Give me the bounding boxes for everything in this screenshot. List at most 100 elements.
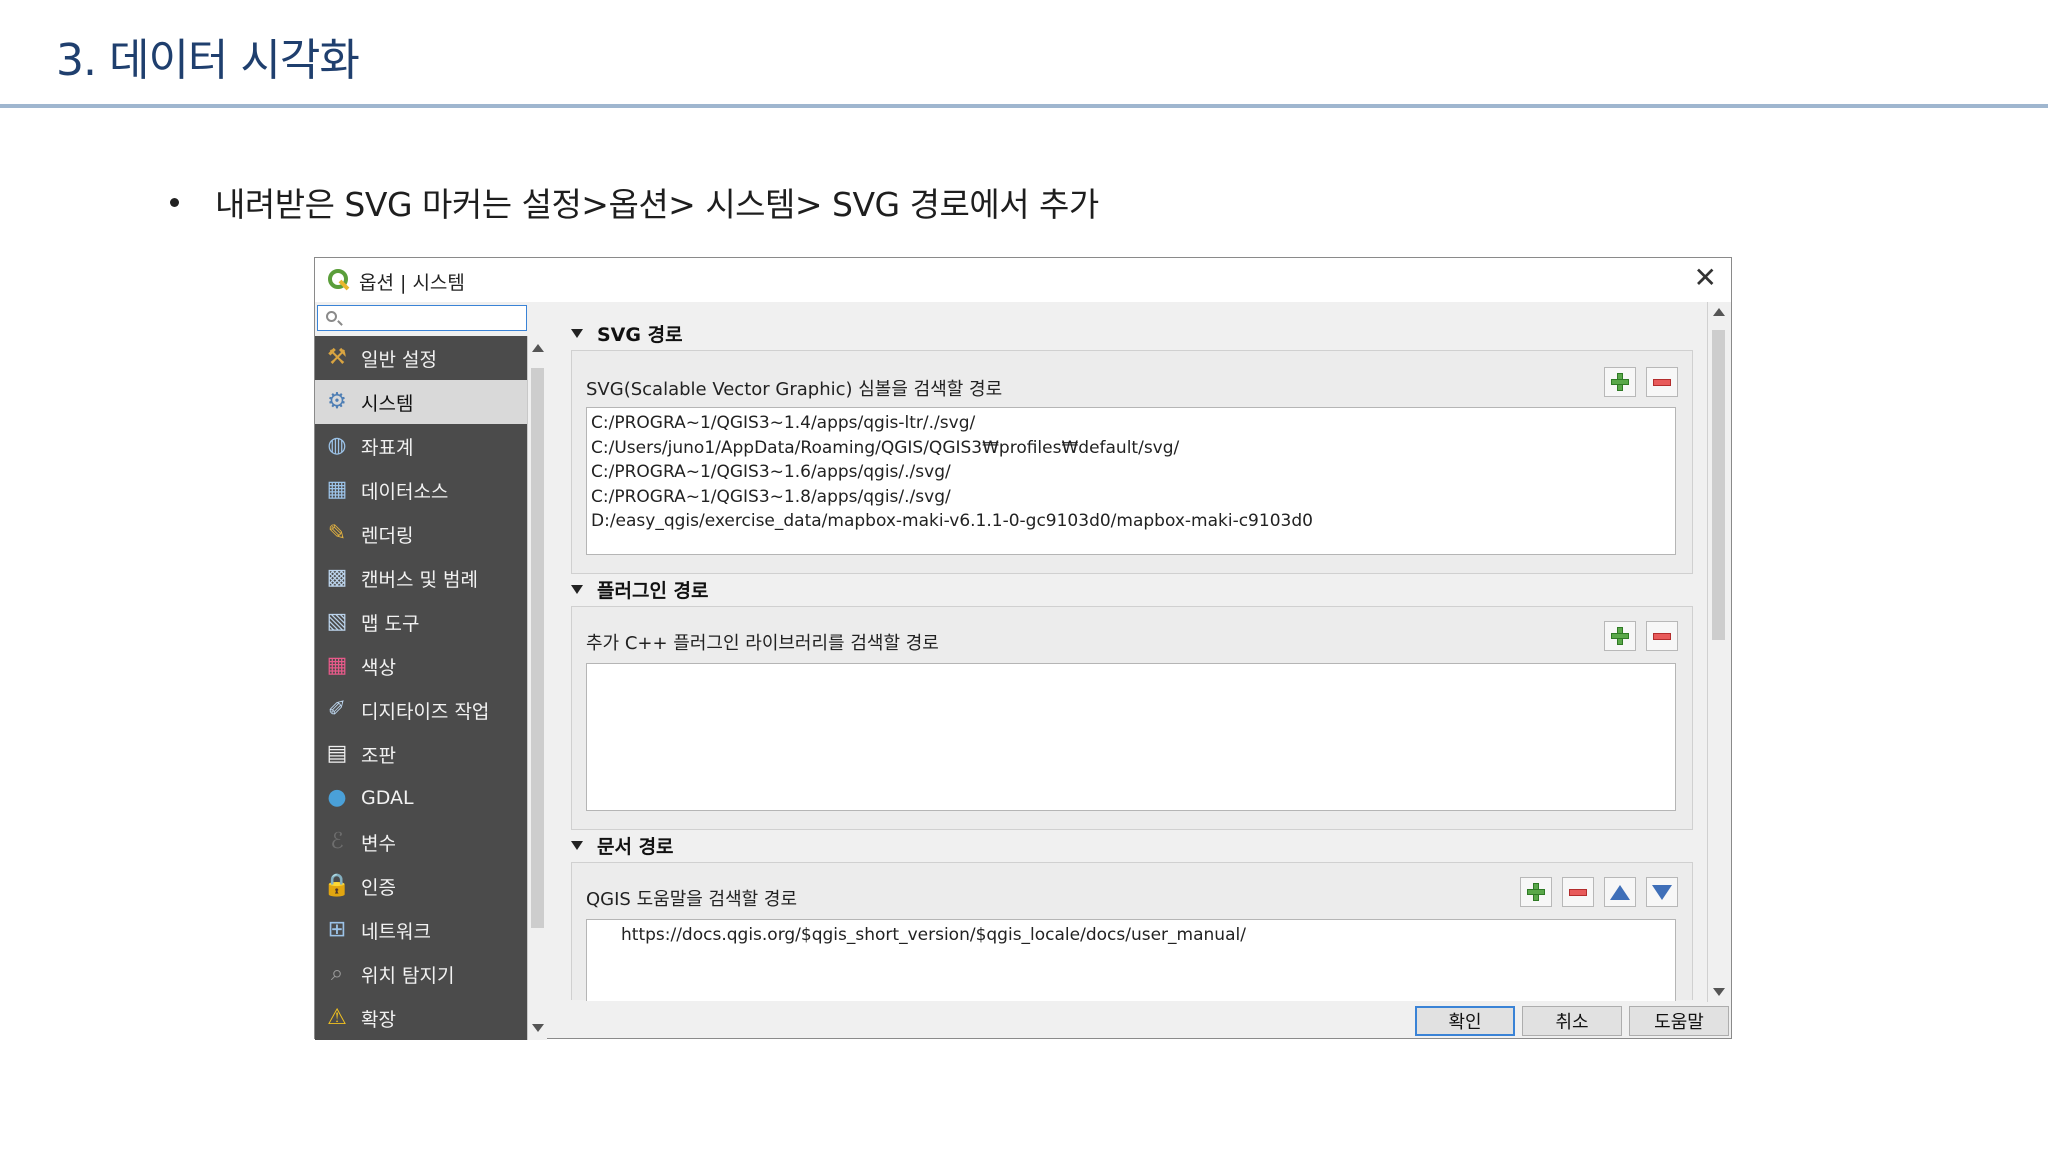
sidebar-item-label: 캔버스 및 범례 bbox=[361, 568, 478, 591]
collapse-triangle-icon[interactable] bbox=[571, 585, 583, 594]
sidebar-item-label: 렌더링 bbox=[361, 524, 414, 547]
scroll-down-icon[interactable] bbox=[532, 1024, 544, 1032]
list-item[interactable]: D:/easy_qgis/exercise_data/mapbox-maki-v… bbox=[591, 509, 1671, 534]
sidebar-item-label: 좌표계 bbox=[361, 436, 414, 459]
slide-title: 3. 데이터 시각화 bbox=[56, 35, 360, 86]
warning-icon: ⚠ bbox=[327, 1005, 347, 1030]
sidebar-item-label: 조판 bbox=[361, 744, 396, 767]
scroll-up-icon[interactable] bbox=[1713, 308, 1725, 316]
sidebar-item-label: 네트워크 bbox=[361, 920, 431, 943]
plugin-section-header[interactable]: 플러그인 경로 bbox=[571, 576, 709, 603]
plugin-paths-list[interactable] bbox=[586, 663, 1676, 811]
sidebar-item-crs[interactable]: ◍ 좌표계 bbox=[315, 424, 527, 468]
sidebar-item-label: 위치 탐지기 bbox=[361, 964, 455, 987]
paintbrush-icon: ✎ bbox=[327, 521, 347, 546]
sidebar-item-label: 인증 bbox=[361, 876, 396, 899]
sidebar-item-label: 색상 bbox=[361, 656, 396, 679]
scroll-down-icon[interactable] bbox=[1713, 988, 1725, 996]
layout-icon: ▤ bbox=[326, 741, 348, 766]
add-docs-path-button[interactable] bbox=[1520, 877, 1552, 907]
sidebar-item-locator[interactable]: ⌕ 위치 탐지기 bbox=[315, 952, 527, 996]
sidebar-item-maptools[interactable]: ▧ 맵 도구 bbox=[315, 600, 527, 644]
svg-paths-list[interactable]: C:/PROGRA~1/QGIS3~1.4/apps/qgis-ltr/./sv… bbox=[586, 407, 1676, 555]
sidebar-scrollbar[interactable] bbox=[527, 336, 547, 1040]
sidebar-item-layouts[interactable]: ▤ 조판 bbox=[315, 732, 527, 776]
close-icon[interactable]: ✕ bbox=[1694, 264, 1717, 292]
section-title: 문서 경로 bbox=[597, 836, 674, 858]
wrench-hammer-icon: ⚒ bbox=[327, 345, 347, 370]
minus-icon bbox=[1653, 378, 1671, 386]
scroll-up-icon[interactable] bbox=[532, 344, 544, 352]
list-item[interactable]: C:/Users/juno1/AppData/Roaming/QGIS/QGIS… bbox=[591, 436, 1671, 461]
gears-icon: ⚙ bbox=[327, 389, 347, 414]
list-item[interactable]: C:/PROGRA~1/QGIS3~1.8/apps/qgis/./svg/ bbox=[591, 485, 1671, 510]
sidebar-item-label: 변수 bbox=[361, 832, 396, 855]
section-title: 플러그인 경로 bbox=[597, 580, 709, 602]
options-dialog: 옵션 | 시스템 ✕ ⚒ 일반 설정 ⚙ 시스템 ◍ 좌표계 ▦ 데이터소스 ✎… bbox=[314, 257, 1732, 1040]
search-icon: ⌕ bbox=[330, 961, 344, 986]
plus-icon bbox=[1611, 373, 1629, 391]
remove-plugin-path-button[interactable] bbox=[1646, 621, 1678, 651]
svg-paths-label: SVG(Scalable Vector Graphic) 심볼을 검색할 경로 bbox=[586, 379, 1003, 400]
remove-docs-path-button[interactable] bbox=[1562, 877, 1594, 907]
svg-paths-group: SVG(Scalable Vector Graphic) 심볼을 검색할 경로 … bbox=[571, 350, 1693, 574]
sidebar-item-system[interactable]: ⚙ 시스템 bbox=[315, 380, 527, 424]
sidebar-item-label: 일반 설정 bbox=[361, 348, 437, 371]
section-title: SVG 경로 bbox=[597, 324, 683, 346]
sidebar-item-label: 데이터소스 bbox=[361, 480, 449, 503]
bullet-dot-icon bbox=[170, 197, 179, 207]
sidebar-item-variables[interactable]: ℰ 변수 bbox=[315, 820, 527, 864]
plus-icon bbox=[1527, 883, 1545, 901]
title-divider bbox=[0, 104, 2048, 108]
cancel-button[interactable]: 취소 bbox=[1522, 1006, 1622, 1036]
map-canvas-icon: ▩ bbox=[326, 565, 348, 590]
docs-paths-list[interactable]: https://docs.qgis.org/$qgis_short_versio… bbox=[586, 919, 1676, 1001]
list-item[interactable]: https://docs.qgis.org/$qgis_short_versio… bbox=[621, 923, 1671, 948]
list-item[interactable]: C:/PROGRA~1/QGIS3~1.6/apps/qgis/./svg/ bbox=[591, 460, 1671, 485]
sidebar-item-digitizing[interactable]: ✐ 디지타이즈 작업 bbox=[315, 688, 527, 732]
main-scrollbar[interactable] bbox=[1707, 302, 1729, 1002]
variable-icon: ℰ bbox=[330, 829, 344, 854]
move-up-button[interactable] bbox=[1604, 877, 1636, 907]
network-icon: ⊞ bbox=[327, 917, 347, 942]
remove-svg-path-button[interactable] bbox=[1646, 367, 1678, 397]
docs-section-header[interactable]: 문서 경로 bbox=[571, 832, 674, 859]
plugin-paths-label: 추가 C++ 플러그인 라이브러리를 검색할 경로 bbox=[586, 633, 939, 654]
sidebar-item-auth[interactable]: 🔒 인증 bbox=[315, 864, 527, 908]
search-icon bbox=[326, 311, 337, 322]
sidebar-item-extensions[interactable]: ⚠ 확장 bbox=[315, 996, 527, 1040]
arrow-up-icon bbox=[1610, 884, 1630, 900]
search-input[interactable] bbox=[346, 308, 526, 330]
minus-icon bbox=[1569, 888, 1587, 896]
search-box[interactable] bbox=[317, 305, 527, 331]
plugin-paths-group: 추가 C++ 플러그인 라이브러리를 검색할 경로 bbox=[571, 606, 1693, 830]
sidebar-item-datasources[interactable]: ▦ 데이터소스 bbox=[315, 468, 527, 512]
help-button[interactable]: 도움말 bbox=[1629, 1006, 1729, 1036]
list-item[interactable]: C:/PROGRA~1/QGIS3~1.4/apps/qgis-ltr/./sv… bbox=[591, 411, 1671, 436]
map-tools-icon: ▧ bbox=[326, 609, 348, 634]
bullet-text: 내려받은 SVG 마커는 설정>옵션> 시스템> SVG 경로에서 추가 bbox=[215, 185, 1099, 224]
ok-button[interactable]: 확인 bbox=[1415, 1006, 1515, 1036]
add-plugin-path-button[interactable] bbox=[1604, 621, 1636, 651]
move-down-button[interactable] bbox=[1646, 877, 1678, 907]
svg-section-header[interactable]: SVG 경로 bbox=[571, 320, 683, 347]
sidebar-item-colors[interactable]: ▦ 색상 bbox=[315, 644, 527, 688]
sidebar-item-rendering[interactable]: ✎ 렌더링 bbox=[315, 512, 527, 556]
lock-icon: 🔒 bbox=[323, 873, 351, 898]
scroll-thumb[interactable] bbox=[1712, 330, 1725, 640]
minus-icon bbox=[1653, 632, 1671, 640]
sidebar-item-label: 디지타이즈 작업 bbox=[361, 700, 490, 723]
add-svg-path-button[interactable] bbox=[1604, 367, 1636, 397]
arrow-down-icon bbox=[1652, 884, 1672, 900]
scroll-thumb[interactable] bbox=[531, 368, 544, 928]
sidebar-item-canvas[interactable]: ▩ 캔버스 및 범례 bbox=[315, 556, 527, 600]
sidebar-item-network[interactable]: ⊞ 네트워크 bbox=[315, 908, 527, 952]
collapse-triangle-icon[interactable] bbox=[571, 841, 583, 850]
collapse-triangle-icon[interactable] bbox=[571, 329, 583, 338]
sidebar-item-gdal[interactable]: ● GDAL bbox=[315, 776, 527, 820]
sidebar-item-label: 맵 도구 bbox=[361, 612, 420, 635]
sidebar-item-general[interactable]: ⚒ 일반 설정 bbox=[315, 336, 527, 380]
plus-icon bbox=[1611, 627, 1629, 645]
color-grid-icon: ▦ bbox=[326, 653, 348, 678]
digitize-icon: ✐ bbox=[327, 697, 347, 722]
